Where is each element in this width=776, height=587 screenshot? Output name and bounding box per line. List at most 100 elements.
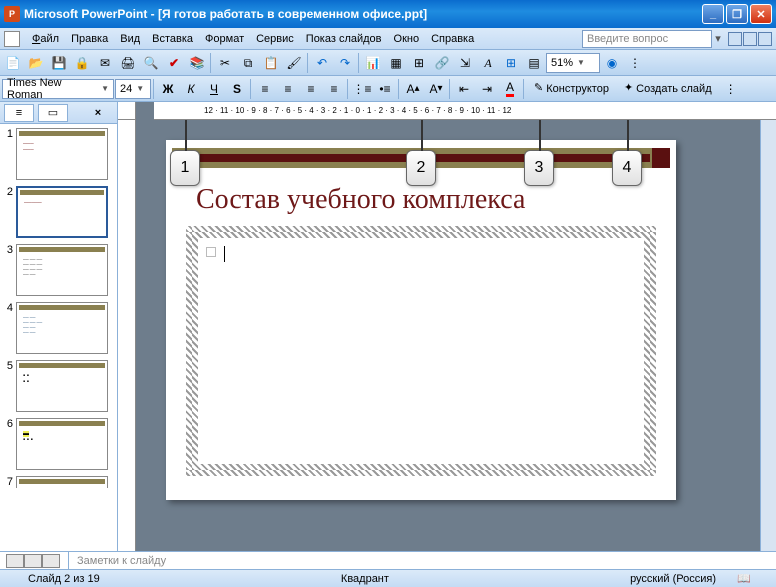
- document-icon[interactable]: [4, 31, 20, 47]
- doc-restore-button[interactable]: [743, 32, 757, 46]
- insert-hyperlink-button[interactable]: 🔗: [431, 52, 453, 74]
- spellcheck-button[interactable]: ✔: [163, 52, 185, 74]
- print-button[interactable]: 🖨: [117, 52, 139, 74]
- increase-font-button[interactable]: A▴: [402, 78, 424, 100]
- thumb-6[interactable]: 6▬▪ ▪ ▪: [2, 418, 115, 470]
- vertical-scrollbar[interactable]: [760, 120, 776, 551]
- new-button[interactable]: 📄: [2, 52, 24, 74]
- paste-button[interactable]: 📋: [260, 52, 282, 74]
- menu-window[interactable]: Окно: [388, 31, 426, 47]
- save-button[interactable]: 💾: [48, 52, 70, 74]
- copy-button[interactable]: ⧉: [237, 52, 259, 74]
- thumb-2[interactable]: 2─────: [2, 186, 115, 238]
- help-search-dropdown[interactable]: ▾: [712, 32, 724, 45]
- preview-button[interactable]: 🔍: [140, 52, 162, 74]
- slides-tab[interactable]: ▭: [38, 104, 68, 122]
- thumb-3[interactable]: 3── ── ──── ── ──── ── ──── ──: [2, 244, 115, 296]
- redo-button[interactable]: ↷: [334, 52, 356, 74]
- status-slide: Слайд 2 из 19: [8, 573, 120, 585]
- cut-button[interactable]: ✂: [214, 52, 236, 74]
- bullets-button[interactable]: •≡: [374, 78, 396, 100]
- menu-slideshow[interactable]: Показ слайдов: [300, 31, 388, 47]
- separator: [250, 79, 252, 99]
- font-combo[interactable]: Times New Roman▼: [2, 79, 114, 99]
- undo-button[interactable]: ↶: [311, 52, 333, 74]
- color-button[interactable]: ▤: [523, 52, 545, 74]
- numbering-button[interactable]: ⋮≡: [351, 78, 373, 100]
- doc-close-button[interactable]: [758, 32, 772, 46]
- help-button[interactable]: ◉: [601, 52, 623, 74]
- menu-file[interactable]: Файл: [26, 31, 65, 47]
- status-design: Квадрант: [321, 573, 409, 585]
- align-right-button[interactable]: ≡: [300, 78, 322, 100]
- menu-file-label: айл: [40, 33, 59, 45]
- toolbar-options-button[interactable]: ⋮: [624, 52, 646, 74]
- fontsize-combo[interactable]: 24▼: [115, 79, 151, 99]
- sorter-view-button[interactable]: [24, 554, 42, 568]
- italic-button[interactable]: К: [180, 78, 202, 100]
- align-center-button[interactable]: ≡: [277, 78, 299, 100]
- callout-1: 1: [170, 150, 200, 186]
- slide-panel: ≡ ▭ × 1────── 2───── 3── ── ──── ── ────…: [0, 102, 118, 551]
- vertical-ruler[interactable]: [118, 120, 136, 551]
- normal-view-button[interactable]: [6, 554, 24, 568]
- font-color-button[interactable]: A: [499, 78, 521, 100]
- thumb-1[interactable]: 1──────: [2, 128, 115, 180]
- menu-view[interactable]: Вид: [114, 31, 146, 47]
- status-language[interactable]: русский (Россия): [610, 573, 736, 585]
- open-button[interactable]: 📂: [25, 52, 47, 74]
- permission-button[interactable]: 🔒: [71, 52, 93, 74]
- show-grid-button[interactable]: ⊞: [500, 52, 522, 74]
- align-left-button[interactable]: ≡: [254, 78, 276, 100]
- designer-label: Конструктор: [546, 83, 609, 95]
- slideshow-view-button[interactable]: [42, 554, 60, 568]
- zoom-combo[interactable]: 51%▼: [546, 53, 600, 73]
- menu-format[interactable]: Формат: [199, 31, 250, 47]
- menu-edit[interactable]: Правка: [65, 31, 114, 47]
- expand-all-button[interactable]: ⇲: [454, 52, 476, 74]
- status-spellcheck-icon[interactable]: 📖: [736, 572, 752, 585]
- new-slide-button[interactable]: ✦Создать слайд: [617, 78, 719, 100]
- close-panel-button[interactable]: ×: [83, 104, 113, 122]
- thumb-7[interactable]: 7: [2, 476, 115, 488]
- workspace: ≡ ▭ × 1────── 2───── 3── ── ──── ── ────…: [0, 102, 776, 551]
- horizontal-ruler[interactable]: 12 · 11 · 10 · 9 · 8 · 7 · 6 · 5 · 4 · 3…: [154, 102, 776, 120]
- menu-tools[interactable]: Сервис: [250, 31, 300, 47]
- maximize-button[interactable]: ❐: [726, 4, 748, 24]
- underline-button[interactable]: Ч: [203, 78, 225, 100]
- email-button[interactable]: ✉: [94, 52, 116, 74]
- thumb-5[interactable]: 5▪ ▪▪ ▪: [2, 360, 115, 412]
- insert-table-button[interactable]: ▦: [385, 52, 407, 74]
- thumb-4[interactable]: 4── ──── ── ──── ──── ──: [2, 302, 115, 354]
- callout-2: 2: [406, 150, 436, 186]
- bold-button[interactable]: Ж: [157, 78, 179, 100]
- close-button[interactable]: ✕: [750, 4, 772, 24]
- distribute-button[interactable]: ≡: [323, 78, 345, 100]
- formatting-toolbar: Times New Roman▼ 24▼ Ж К Ч S ≡ ≡ ≡ ≡ ⋮≡ …: [0, 76, 776, 102]
- thumbnails[interactable]: 1────── 2───── 3── ── ──── ── ──── ── ──…: [0, 124, 117, 551]
- outline-tab[interactable]: ≡: [4, 104, 34, 122]
- doc-minimize-button[interactable]: [728, 32, 742, 46]
- slide-canvas[interactable]: Состав учебного комплекса 1 2 3 4: [136, 120, 760, 551]
- new-slide-label: Создать слайд: [636, 83, 711, 95]
- notes-input[interactable]: Заметки к слайду: [68, 552, 770, 569]
- minimize-button[interactable]: _: [702, 4, 724, 24]
- format-painter-button[interactable]: 🖌: [283, 52, 305, 74]
- shadow-button[interactable]: S: [226, 78, 248, 100]
- tables-borders-button[interactable]: ⊞: [408, 52, 430, 74]
- decrease-indent-button[interactable]: ⇤: [453, 78, 475, 100]
- menu-help[interactable]: Справка: [425, 31, 480, 47]
- designer-button[interactable]: ✎Конструктор: [527, 78, 616, 100]
- slide-body-placeholder[interactable]: [186, 226, 656, 476]
- help-search-input[interactable]: Введите вопрос: [582, 30, 712, 48]
- current-slide[interactable]: Состав учебного комплекса: [166, 140, 676, 500]
- toolbar-options-button[interactable]: ⋮: [720, 78, 742, 100]
- decrease-font-button[interactable]: A▾: [425, 78, 447, 100]
- research-button[interactable]: 📚: [186, 52, 208, 74]
- show-formatting-button[interactable]: A: [477, 52, 499, 74]
- increase-indent-button[interactable]: ⇥: [476, 78, 498, 100]
- insert-chart-button[interactable]: 📊: [362, 52, 384, 74]
- slide-title[interactable]: Состав учебного комплекса: [196, 184, 525, 216]
- menu-bar: Файл Правка Вид Вставка Формат Сервис По…: [0, 28, 776, 50]
- menu-insert[interactable]: Вставка: [146, 31, 199, 47]
